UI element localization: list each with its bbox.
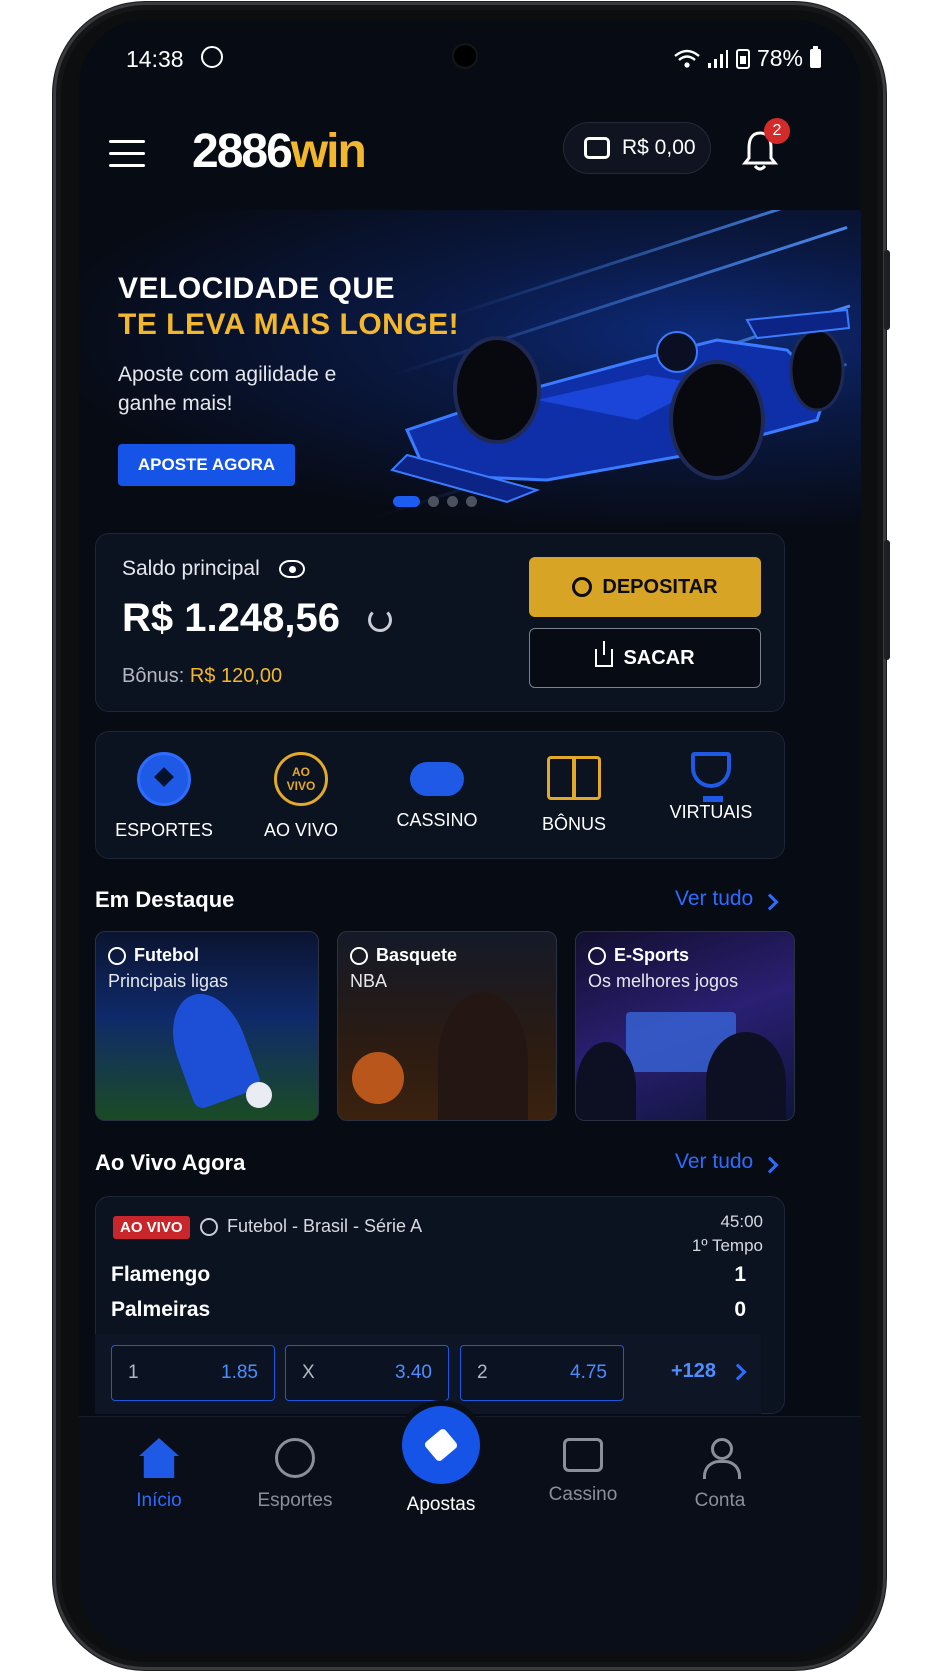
status-icons: 78%	[674, 45, 821, 72]
front-camera	[454, 45, 476, 67]
nav-conta[interactable]: Conta	[665, 1438, 775, 1512]
match-clock: 45:00 1º Tempo	[673, 1210, 763, 1258]
basketball-icon	[350, 946, 368, 965]
card-subtitle: Os melhores jogos	[588, 971, 739, 991]
carousel-dot[interactable]	[466, 496, 477, 507]
eye-icon[interactable]	[279, 560, 305, 578]
hero-title-line1: VELOCIDADE QUE	[118, 272, 396, 305]
home-score: 1	[734, 1263, 746, 1286]
bonus-value: R$ 120,00	[189, 665, 283, 687]
odd-draw-button[interactable]: X 3.40	[285, 1345, 449, 1401]
match-league: Futebol - Brasil - Série A	[227, 1216, 423, 1236]
apostas-fab[interactable]	[402, 1406, 480, 1484]
odd-away-button[interactable]: 2 4.75	[460, 1345, 624, 1401]
esports-icon	[588, 946, 606, 965]
wallet-balance: R$ 0,00	[622, 136, 696, 159]
nav-esportes[interactable]: Esportes	[240, 1438, 350, 1512]
menu-icon[interactable]	[109, 140, 145, 168]
user-icon	[700, 1438, 741, 1479]
carousel-dot[interactable]	[447, 496, 458, 507]
carousel-dot[interactable]	[393, 496, 420, 507]
live-see-all[interactable]: Ver tudo	[675, 1150, 753, 1174]
home-icon	[139, 1438, 179, 1478]
card-title: Basquete	[376, 945, 458, 965]
deposit-icon	[572, 577, 593, 597]
featured-card-basquete[interactable]: Basquete NBA	[337, 931, 557, 1121]
live-badge: AO VIVO	[113, 1216, 190, 1239]
chevron-right-icon[interactable]	[761, 1156, 779, 1174]
card-subtitle: Principais ligas	[108, 971, 229, 991]
wifi-icon	[674, 49, 700, 68]
sim-icon	[735, 48, 750, 69]
featured-see-all[interactable]: Ver tudo	[675, 887, 753, 911]
featured-card-esports[interactable]: E-Sports Os melhores jogos	[575, 931, 795, 1121]
category-cassino[interactable]: CASSINO	[372, 742, 502, 831]
soccer-ball-icon	[137, 752, 191, 806]
live-title: Ao Vivo Agora	[95, 1150, 246, 1175]
home-team: Flamengo	[111, 1263, 211, 1286]
away-score: 0	[734, 1298, 746, 1321]
deposit-label: DEPOSITAR	[602, 575, 718, 598]
chevron-right-icon[interactable]	[761, 893, 779, 911]
power-button	[884, 540, 890, 660]
slot-machine-icon	[563, 1438, 603, 1472]
status-time: 14:38	[126, 46, 184, 72]
refresh-icon[interactable]	[368, 608, 392, 632]
deposit-button[interactable]: DEPOSITAR	[529, 557, 761, 617]
category-virtuais[interactable]: VIRTUAIS	[646, 742, 776, 823]
promo-banner[interactable]: VELOCIDADE QUE TE LEVA MAIS LONGE! Apost…	[79, 210, 861, 522]
nav-apostas-label[interactable]: Apostas	[391, 1494, 491, 1516]
volume-button	[884, 250, 890, 330]
card-subtitle: NBA	[350, 971, 388, 991]
balance-value: R$ 1.248,56	[122, 596, 340, 640]
carousel-dot[interactable]	[428, 496, 439, 507]
nav-inicio[interactable]: Início	[104, 1438, 214, 1512]
battery-percent: 78%	[756, 45, 803, 71]
whatsapp-icon	[201, 46, 223, 68]
wallet-icon	[584, 137, 610, 159]
soccer-ball-icon	[275, 1438, 315, 1478]
withdraw-button[interactable]: SACAR	[529, 628, 761, 688]
category-esportes[interactable]: ESPORTES	[99, 742, 229, 841]
hero-title-line2: TE LEVA MAIS LONGE!	[118, 308, 460, 341]
nav-cassino[interactable]: Cassino	[528, 1438, 638, 1506]
carousel-dots[interactable]	[393, 496, 477, 507]
balance-label: Saldo principal	[122, 557, 260, 580]
ticket-icon	[423, 1427, 459, 1463]
withdraw-label: SACAR	[623, 646, 695, 669]
notification-badge: 2	[764, 118, 790, 144]
battery-icon	[810, 46, 821, 68]
category-ao-vivo[interactable]: AO VIVO AO VIVO	[236, 742, 366, 841]
match-period: 1º Tempo	[691, 1236, 763, 1255]
app-screen: 14:38 78% 2886win R$ 0,00 2 VELOCIDADE Q…	[79, 20, 861, 1652]
live-badge-icon: AO VIVO	[274, 752, 328, 806]
trophy-icon	[691, 752, 731, 802]
card-title: Futebol	[134, 945, 199, 965]
featured-card-futebol[interactable]: Futebol Principais ligas	[95, 931, 319, 1121]
soccer-ball-icon	[108, 946, 126, 965]
soccer-ball-icon	[200, 1218, 218, 1236]
card-title: E-Sports	[614, 945, 690, 965]
more-markets-button[interactable]: +128	[671, 1360, 716, 1383]
hero-subtitle: Aposte com agilidade e ganhe mais!	[118, 363, 337, 415]
wallet-balance-pill[interactable]: R$ 0,00	[563, 122, 711, 174]
odd-home-button[interactable]: 1 1.85	[111, 1345, 275, 1401]
gift-icon	[547, 756, 601, 800]
away-team: Palmeiras	[111, 1298, 211, 1321]
signal-icon	[707, 49, 728, 68]
upload-icon	[595, 641, 614, 667]
match-time: 45:00	[720, 1212, 763, 1231]
bet-now-button[interactable]: APOSTE AGORA	[118, 444, 295, 486]
featured-title: Em Destaque	[95, 887, 235, 912]
category-bonus[interactable]: BÔNUS	[509, 742, 639, 835]
brand-logo[interactable]: 2886win	[192, 124, 367, 179]
bonus-line: Bônus: R$ 120,00	[122, 665, 283, 687]
gamepad-icon	[410, 762, 464, 796]
